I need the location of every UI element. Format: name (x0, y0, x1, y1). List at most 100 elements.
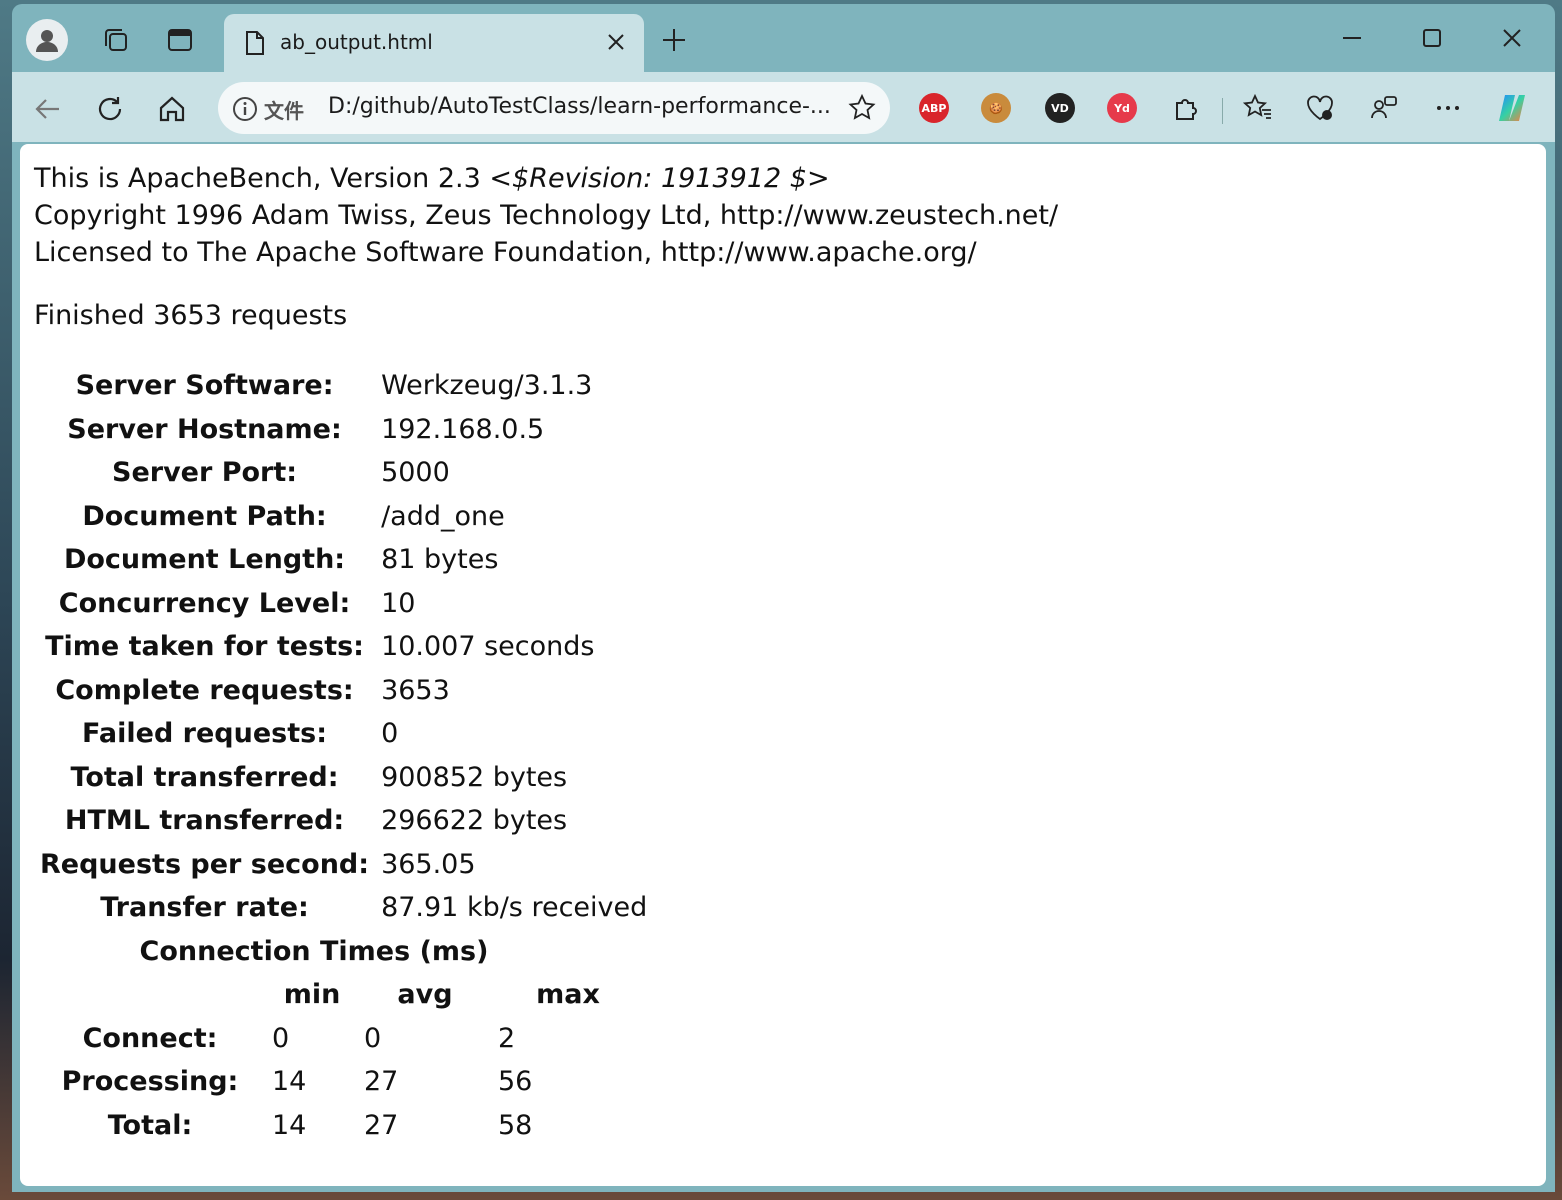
result-value: 900852 bytes (381, 761, 568, 793)
connection-times-row: Connection Times (ms) min avg max Connect: 0 0… (34, 930, 653, 1148)
minimize-icon (1343, 37, 1361, 39)
adblock-plus-icon: ABP (919, 93, 949, 123)
close-window-button[interactable] (1490, 18, 1534, 58)
address-url[interactable]: D:/github/AutoTestClass/learn-performanc… (328, 94, 831, 119)
result-label: Server Port: (112, 457, 298, 489)
tab-title: ab_output.html (280, 30, 433, 54)
connection-times-avg: 27 (364, 1066, 399, 1098)
extension-cookie[interactable]: 🍪 (978, 90, 1014, 126)
connection-times-row: Processing: 14 27 56 (34, 1060, 644, 1104)
connection-times-header: max (536, 979, 600, 1011)
new-tab-button[interactable] (656, 22, 692, 58)
extension-vd[interactable]: VD (1042, 90, 1078, 126)
connection-times-row: Connect: 0 0 2 (34, 1017, 644, 1061)
connection-times-max: 56 (498, 1066, 533, 1098)
connection-times-max: 58 (498, 1109, 533, 1141)
result-row: HTML transferred: 296622 bytes (34, 799, 653, 843)
result-value: 365.05 (381, 848, 476, 880)
result-row: Server Software: Werkzeug/3.1.3 (34, 364, 653, 408)
refresh-icon (98, 97, 122, 121)
connection-times-label: Total: (107, 1109, 193, 1141)
result-label: Concurrency Level: (58, 587, 351, 619)
result-value: 3653 (381, 674, 450, 706)
person-icon (36, 30, 58, 52)
result-row: Complete requests: 3653 (34, 669, 653, 713)
profile-avatar[interactable] (26, 19, 68, 61)
connection-times-title: Connection Times (ms) (139, 935, 489, 967)
toolbar-separator (1222, 98, 1223, 124)
cookie-icon: 🍪 (981, 93, 1011, 123)
copilot-button[interactable] (1494, 90, 1530, 126)
result-label: Failed requests: (82, 718, 328, 750)
connection-times-label: Processing: (61, 1066, 239, 1098)
connection-times-min: 14 (272, 1066, 307, 1098)
ab-license-text: Licensed to The Apache Software Foundati… (34, 237, 977, 268)
home-button[interactable] (152, 89, 192, 129)
result-label: Server Hostname: (67, 413, 342, 445)
result-label: Total transferred: (70, 761, 339, 793)
result-value: 5000 (381, 457, 450, 489)
result-value: 0 (381, 718, 399, 750)
ab-copyright-text: Copyright 1996 Adam Twiss, Zeus Technolo… (34, 200, 1059, 231)
connection-times-min: 14 (272, 1109, 307, 1141)
profile-sync-button[interactable] (1366, 90, 1402, 126)
maximize-button[interactable] (1410, 18, 1454, 58)
connection-times-header: min (283, 979, 341, 1011)
connection-times-min: 0 (272, 1022, 290, 1054)
connection-times-row: Total: 14 27 58 (34, 1104, 644, 1148)
address-bar[interactable]: 文件 D:/github/AutoTestClass/learn-perform… (218, 82, 890, 134)
browser-essentials-button[interactable] (1302, 90, 1338, 126)
browser-window: ab_output.html 文件 D:/github/AutoTestClas… (12, 4, 1555, 1192)
workspaces-button[interactable] (98, 22, 134, 58)
result-row: Document Path: /add_one (34, 495, 653, 539)
result-value: 192.168.0.5 (381, 413, 545, 445)
result-row: Failed requests: 0 (34, 712, 653, 756)
results-table: Server Software: Werkzeug/3.1.3 Server Hos… (34, 364, 653, 1147)
extension-adblock-plus[interactable]: ABP (916, 90, 952, 126)
vertical-tabs-button[interactable] (162, 22, 198, 58)
result-row: Requests per second: 365.05 (34, 843, 653, 887)
result-label: Document Length: (63, 544, 346, 576)
result-label: Transfer rate: (100, 892, 309, 924)
favorite-star-icon[interactable] (848, 94, 876, 122)
more-options-button[interactable] (1430, 90, 1466, 126)
result-value: 87.91 kb/s received (381, 892, 648, 924)
connection-times-max: 2 (498, 1022, 516, 1054)
extension-yd[interactable]: Yd (1104, 90, 1140, 126)
page-content: This is ApacheBench, Version 2.3 <$Revis… (20, 144, 1546, 1186)
result-value: 81 bytes (381, 544, 499, 576)
connection-times-header (34, 973, 266, 1017)
tab-actions-icon (168, 29, 192, 51)
extensions-button[interactable] (1168, 90, 1204, 126)
tab-close-button[interactable] (602, 28, 630, 56)
result-label: HTML transferred: (64, 805, 345, 837)
back-button[interactable] (28, 89, 68, 129)
connection-times-header-row: min avg max (34, 973, 644, 1017)
active-tab[interactable]: ab_output.html (224, 14, 644, 72)
connection-times-cell: Connection Times (ms) min avg max Connect: 0 0… (34, 930, 653, 1148)
result-row: Time taken for tests: 10.007 seconds (34, 625, 653, 669)
result-label: Document Path: (82, 500, 327, 532)
connection-times-label: Connect: (82, 1022, 218, 1054)
result-value: Werkzeug/3.1.3 (381, 370, 593, 402)
result-value: 10 (381, 587, 416, 619)
copilot-icon (1499, 95, 1525, 121)
refresh-button[interactable] (90, 89, 130, 129)
connection-times-table: min avg max Connect: 0 0 2 Processing: 14 27 56 Tot… (34, 973, 644, 1147)
address-scheme-label: 文件 (264, 99, 304, 123)
result-row: Concurrency Level: 10 (34, 582, 653, 626)
connection-times-avg: 27 (364, 1109, 399, 1141)
back-arrow-icon (35, 99, 59, 119)
result-row: Server Port: 5000 (34, 451, 653, 495)
connection-times-header: avg (397, 979, 453, 1011)
yd-icon: Yd (1107, 93, 1137, 123)
minimize-button[interactable] (1330, 18, 1374, 58)
home-icon (159, 96, 185, 122)
ab-version-text: This is ApacheBench, Version 2.3 (34, 163, 481, 194)
favorites-icon (1243, 93, 1271, 119)
favorites-button[interactable] (1240, 90, 1276, 126)
result-row: Document Length: 81 bytes (34, 538, 653, 582)
ab-revision-text: <$Revision: 1913912 $> (489, 163, 830, 194)
result-label: Complete requests: (55, 674, 354, 706)
result-row: Total transferred: 900852 bytes (34, 756, 653, 800)
